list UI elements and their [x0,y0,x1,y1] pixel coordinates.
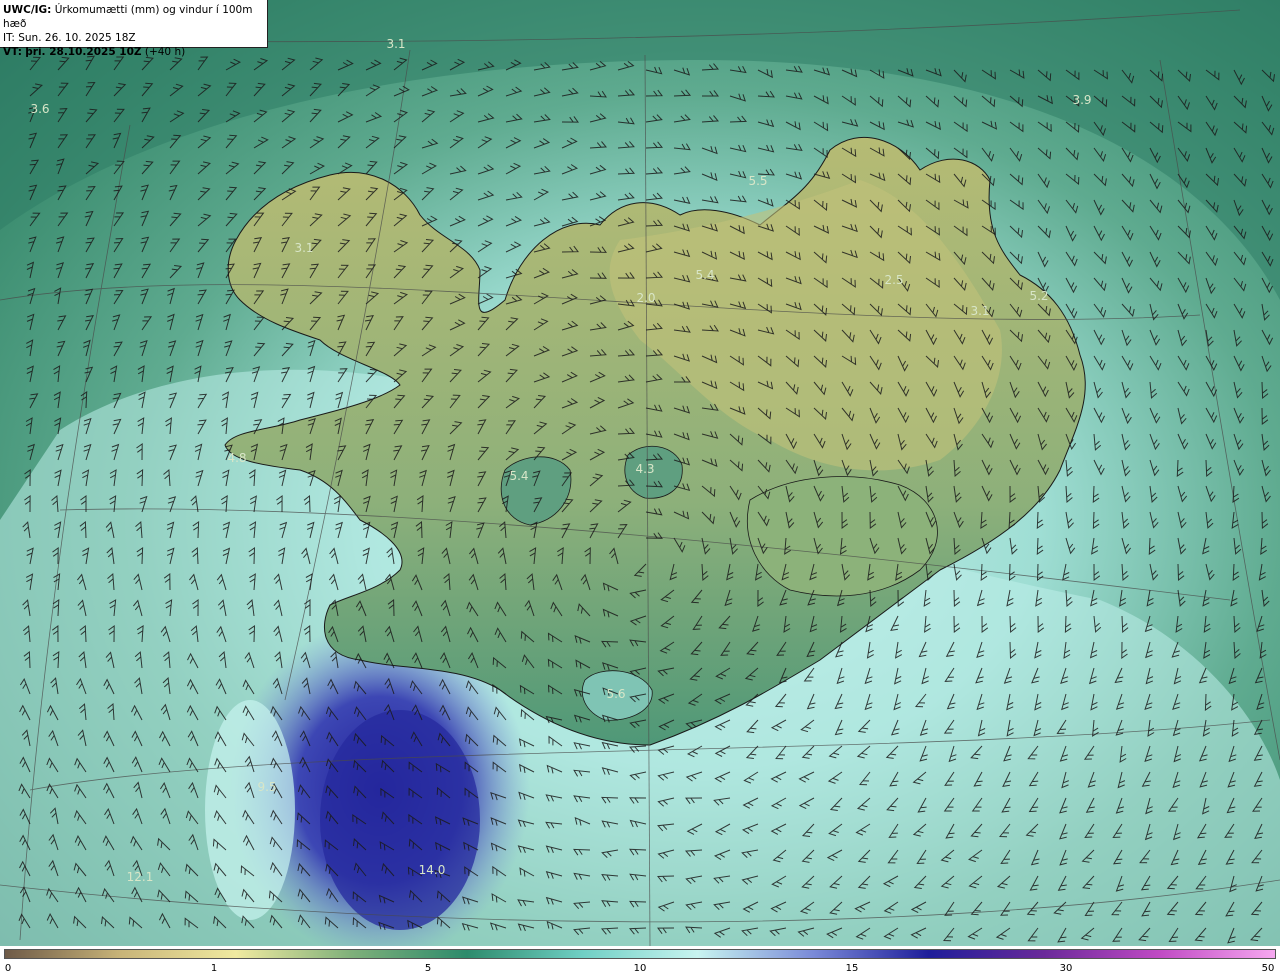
map-value-label: 3.1 [294,241,313,255]
colorbar-gradient [4,949,1276,959]
lead-time: (+40 h) [144,46,186,58]
map-value-label: 12.1 [127,870,154,884]
map-value-label: 5.5 [748,174,767,188]
map-value-label: 3.9 [1072,93,1091,107]
map-value-label: 5.2 [1029,289,1048,303]
colorbar: 0 1 5 10 15 30 50 [0,946,1280,978]
map-value-label: 14.0 [419,863,446,877]
map-value-label: 5.4 [695,268,714,282]
forecast-map[interactable]: 3.1 3.6 3.9 5.5 3.1 5.4 2.5 5.2 2.0 3.1 4.8 5.4 4.3 5… [0,0,1280,946]
colorbar-tick: 30 [1059,963,1073,974]
valid-time: þri. 28.10.2025 10Z [25,46,142,58]
valid-prefix: VT: [3,46,22,58]
colorbar-tick: 15 [845,963,859,974]
colorbar-tick: 50 [1261,963,1275,974]
map-value-label: 4.8 [227,451,246,465]
map-value-label: 2.5 [884,273,903,287]
map-value-label: 9.5 [257,780,276,794]
map-value-label: 3.6 [30,102,49,116]
colorbar-tick: 10 [633,963,647,974]
heavy-precip-core [320,710,480,930]
map-value-label: 4.3 [635,462,654,476]
map-value-label: 3.1 [970,304,989,318]
title-line: UWC/IG: Úrkomumætti (mm) og vindur í 100… [3,3,264,31]
map-value-label: 3.1 [386,37,405,51]
title-prefix: UWC/IG: [3,4,52,16]
map-value-label: 2.0 [636,291,655,305]
map-value-label: 5.4 [509,469,528,483]
colorbar-tick: 5 [424,963,432,974]
colorbar-tick: 0 [4,963,12,974]
map-header: UWC/IG: Úrkomumætti (mm) og vindur í 100… [0,0,268,58]
init-time: IT: Sun. 26. 10. 2025 18Z [3,32,136,44]
colorbar-tick: 1 [210,963,218,974]
valid-line: VT: þri. 28.10.2025 10Z (+40 h) [3,45,264,59]
map-value-label: 5.6 [606,687,625,701]
